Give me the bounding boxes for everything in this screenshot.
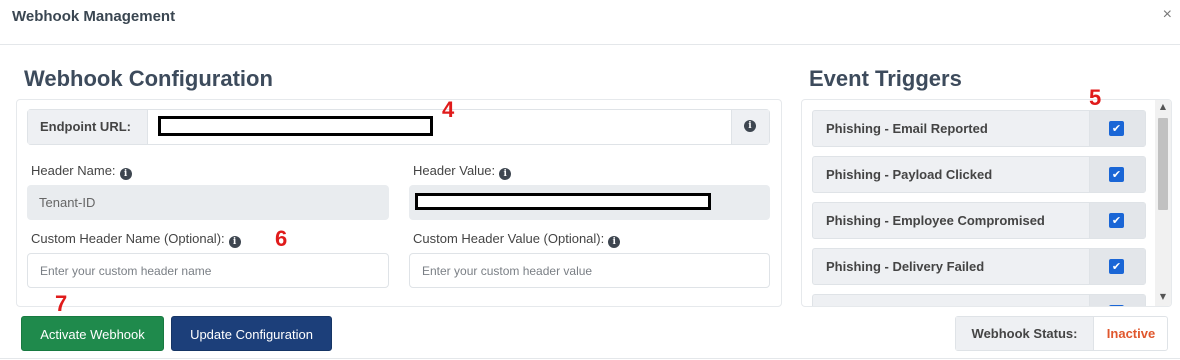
scroll-thumb[interactable] [1158,118,1168,210]
event-label: Phishing - Delivery Failed [826,259,985,274]
webhook-status-label: Webhook Status: [956,317,1094,350]
info-icon[interactable]: i [119,168,132,180]
event-label: Phishing - Email Reported [826,121,988,136]
redacted-header-value [415,193,711,210]
info-icon[interactable]: i [499,168,512,180]
event-label: Phishing - Payload Clicked [826,167,993,182]
config-section-title: Webhook Configuration [24,66,273,91]
events-scrollbar[interactable]: ▲ ▼ [1155,100,1171,306]
event-checkbox[interactable]: ✔ [1109,167,1124,182]
info-icon[interactable]: i [608,236,621,248]
annotation-7: 7 [55,291,68,316]
event-check-cell: ✔ [1089,203,1145,238]
event-label: Phishing - Employee Compromised [826,213,1045,228]
event-row: Training - Assignment Created ✔ [812,294,1146,306]
redacted-endpoint-value [158,116,433,136]
scroll-up-icon[interactable]: ▲ [1155,102,1171,111]
header-value-field [409,185,770,220]
annotation-6: 6 [275,226,288,251]
info-icon: i [744,120,756,132]
webhook-status-value: Inactive [1106,326,1156,341]
activate-webhook-button[interactable]: Activate Webhook [21,316,164,351]
modal-header: Webhook Management × [0,0,1180,45]
event-check-cell: ✔ [1089,111,1145,146]
endpoint-url-input[interactable] [149,110,729,144]
close-icon[interactable]: × [1163,6,1172,24]
events-panel: Phishing - Email Reported ✔ Phishing - P… [801,99,1172,307]
events-section-title: Event Triggers [809,66,962,91]
header-name-label: Header Name: i [31,163,132,180]
endpoint-url-label: Endpoint URL: [28,110,148,144]
event-checkbox[interactable]: ✔ [1109,305,1124,306]
scroll-down-icon[interactable]: ▼ [1155,292,1171,301]
event-row: Phishing - Delivery Failed ✔ [812,248,1146,285]
custom-header-value-label: Custom Header Value (Optional): i [413,231,621,248]
event-row: Phishing - Employee Compromised ✔ [812,202,1146,239]
event-check-cell: ✔ [1089,157,1145,192]
info-icon[interactable]: i [228,236,241,248]
event-checkbox[interactable]: ✔ [1109,213,1124,228]
event-checkbox[interactable]: ✔ [1109,121,1124,136]
custom-header-name-input[interactable] [27,253,389,288]
annotation-5: 5 [1089,85,1102,110]
event-label: Training - Assignment Created [826,295,1014,306]
event-check-cell: ✔ [1089,295,1145,306]
event-row: Phishing - Payload Clicked ✔ [812,156,1146,193]
header-name-field: Tenant-ID [27,185,389,220]
update-configuration-button[interactable]: Update Configuration [171,316,332,351]
endpoint-info-button[interactable]: i [731,110,769,144]
webhook-status-group: Webhook Status: Inactive [955,316,1168,351]
modal-title: Webhook Management [12,8,176,25]
event-check-cell: ✔ [1089,249,1145,284]
event-row: Phishing - Email Reported ✔ [812,110,1146,147]
custom-header-value-input[interactable] [409,253,770,288]
header-value-label: Header Value: i [413,163,512,180]
footer-divider [0,358,1180,359]
annotation-4: 4 [442,97,455,122]
endpoint-url-group: Endpoint URL: i [27,109,770,145]
custom-header-name-label: Custom Header Name (Optional): i [31,231,241,248]
event-checkbox[interactable]: ✔ [1109,259,1124,274]
